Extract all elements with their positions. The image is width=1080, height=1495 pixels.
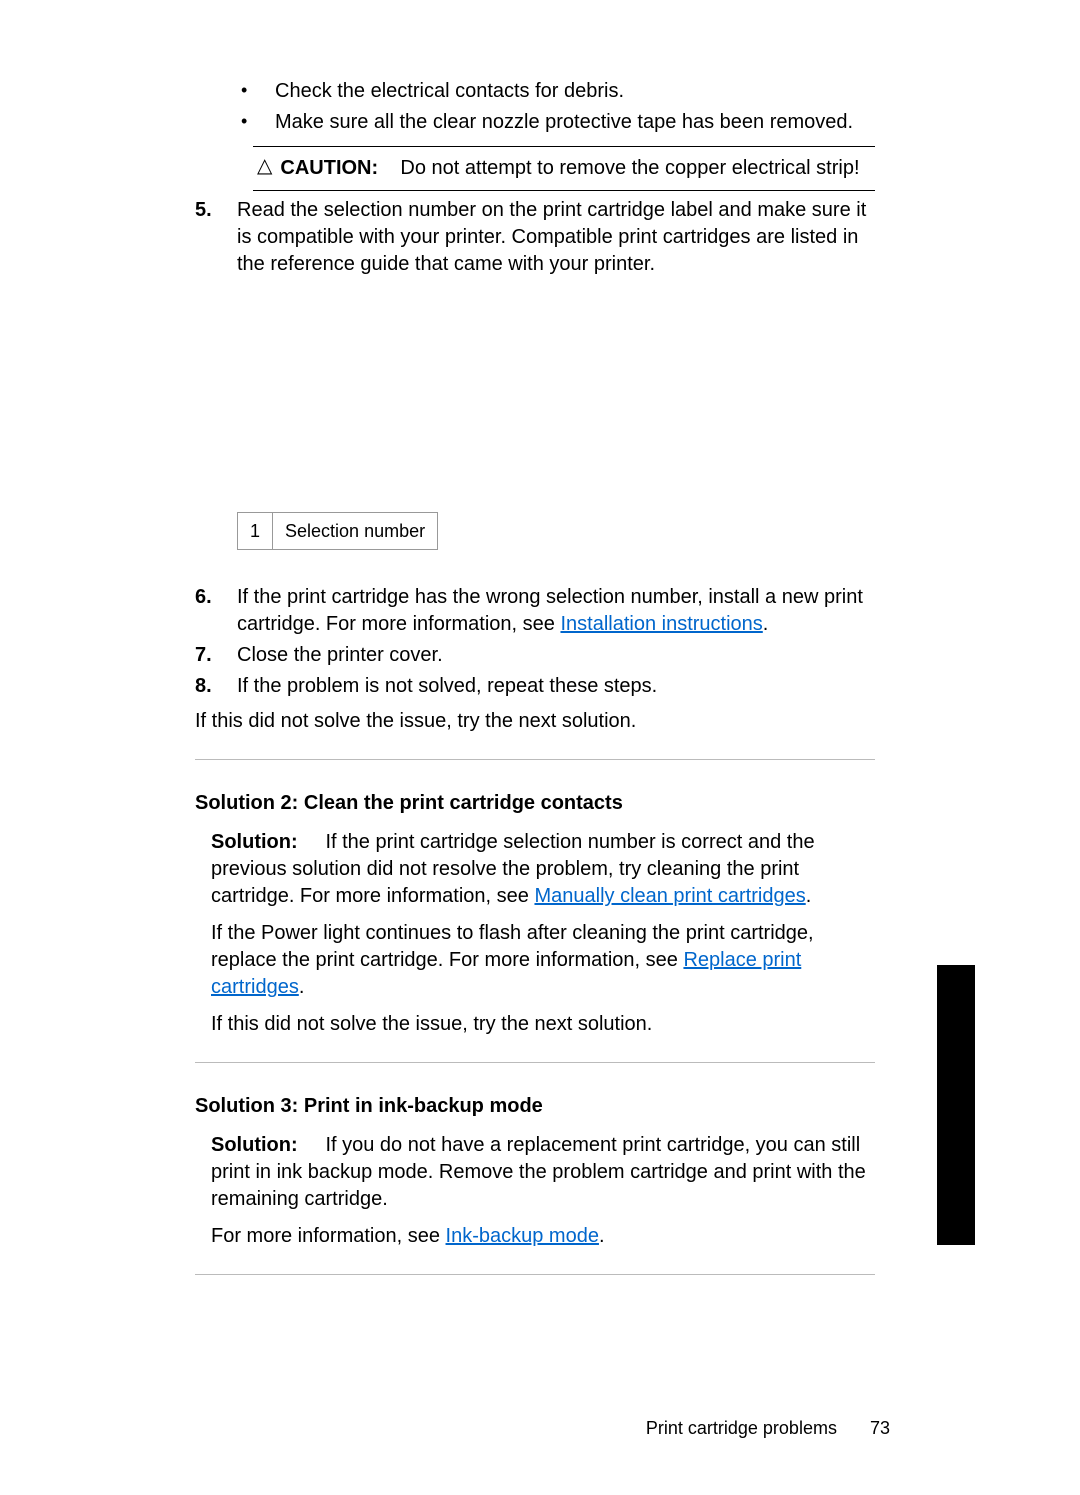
section-divider [195,759,875,760]
page-number: 73 [870,1418,890,1438]
step-number: 5. [195,197,237,278]
caution-icon: △ [257,155,272,176]
try-next-paragraph: If this did not solve the issue, try the… [211,1011,875,1038]
manually-clean-link[interactable]: Manually clean print cartridges [534,885,805,907]
bullet-item: • Make sure all the clear nozzle protect… [239,109,875,136]
bullet-icon: • [239,78,275,105]
cartridge-image-placeholder [237,288,537,498]
bullet-text: Check the electrical contacts for debris… [275,78,624,105]
solution-3-para-1: Solution: If you do not have a replaceme… [211,1132,875,1213]
caution-box: △ CAUTION: Do not attempt to remove the … [253,146,875,191]
table-cell-label: Selection number [273,513,438,550]
solution-label: Solution: [211,1134,298,1156]
caution-label: CAUTION: [280,157,378,179]
solution-label: Solution: [211,831,298,853]
section-divider [195,1274,875,1275]
step-6: 6. If the print cartridge has the wrong … [195,584,875,638]
solution-2-heading: Solution 2: Clean the print cartridge co… [195,790,875,817]
step-text: If the problem is not solved, repeat the… [237,673,657,700]
solution-3-heading: Solution 3: Print in ink-backup mode [195,1093,875,1120]
bullet-text: Make sure all the clear nozzle protectiv… [275,109,853,136]
solution-2-para-1: Solution: If the print cartridge selecti… [211,829,875,910]
side-tab-label: Troubleshooting [951,1317,973,1450]
page-content: • Check the electrical contacts for debr… [195,78,875,1305]
step-number: 7. [195,642,237,669]
step-text: If the print cartridge has the wrong sel… [237,584,875,638]
bullet-item: • Check the electrical contacts for debr… [239,78,875,105]
solution-2: Solution 2: Clean the print cartridge co… [195,790,875,1038]
solution-2-para-2: If the Power light continues to flash af… [211,920,875,1001]
caution-text: Do not attempt to remove the copper elec… [400,157,859,179]
step-number: 8. [195,673,237,700]
page-footer: Print cartridge problems 73 [646,1416,890,1440]
section-divider [195,1062,875,1063]
step-number: 6. [195,584,237,638]
ink-backup-mode-link[interactable]: Ink-backup mode [446,1225,599,1247]
installation-instructions-link[interactable]: Installation instructions [560,613,762,635]
side-tab-background [937,965,975,1245]
try-next-paragraph: If this did not solve the issue, try the… [195,708,875,735]
bullet-icon: • [239,109,275,136]
selection-number-table: 1 Selection number [237,512,438,550]
step-text: Read the selection number on the print c… [237,197,875,278]
table-cell-num: 1 [238,513,273,550]
step-text: Close the printer cover. [237,642,443,669]
step-8: 8. If the problem is not solved, repeat … [195,673,875,700]
footer-section-title: Print cartridge problems [646,1418,837,1438]
solution-3-para-2: For more information, see Ink-backup mod… [211,1223,875,1250]
solution-3: Solution 3: Print in ink-backup mode Sol… [195,1093,875,1250]
step-5: 5. Read the selection number on the prin… [195,197,875,278]
step-7: 7. Close the printer cover. [195,642,875,669]
